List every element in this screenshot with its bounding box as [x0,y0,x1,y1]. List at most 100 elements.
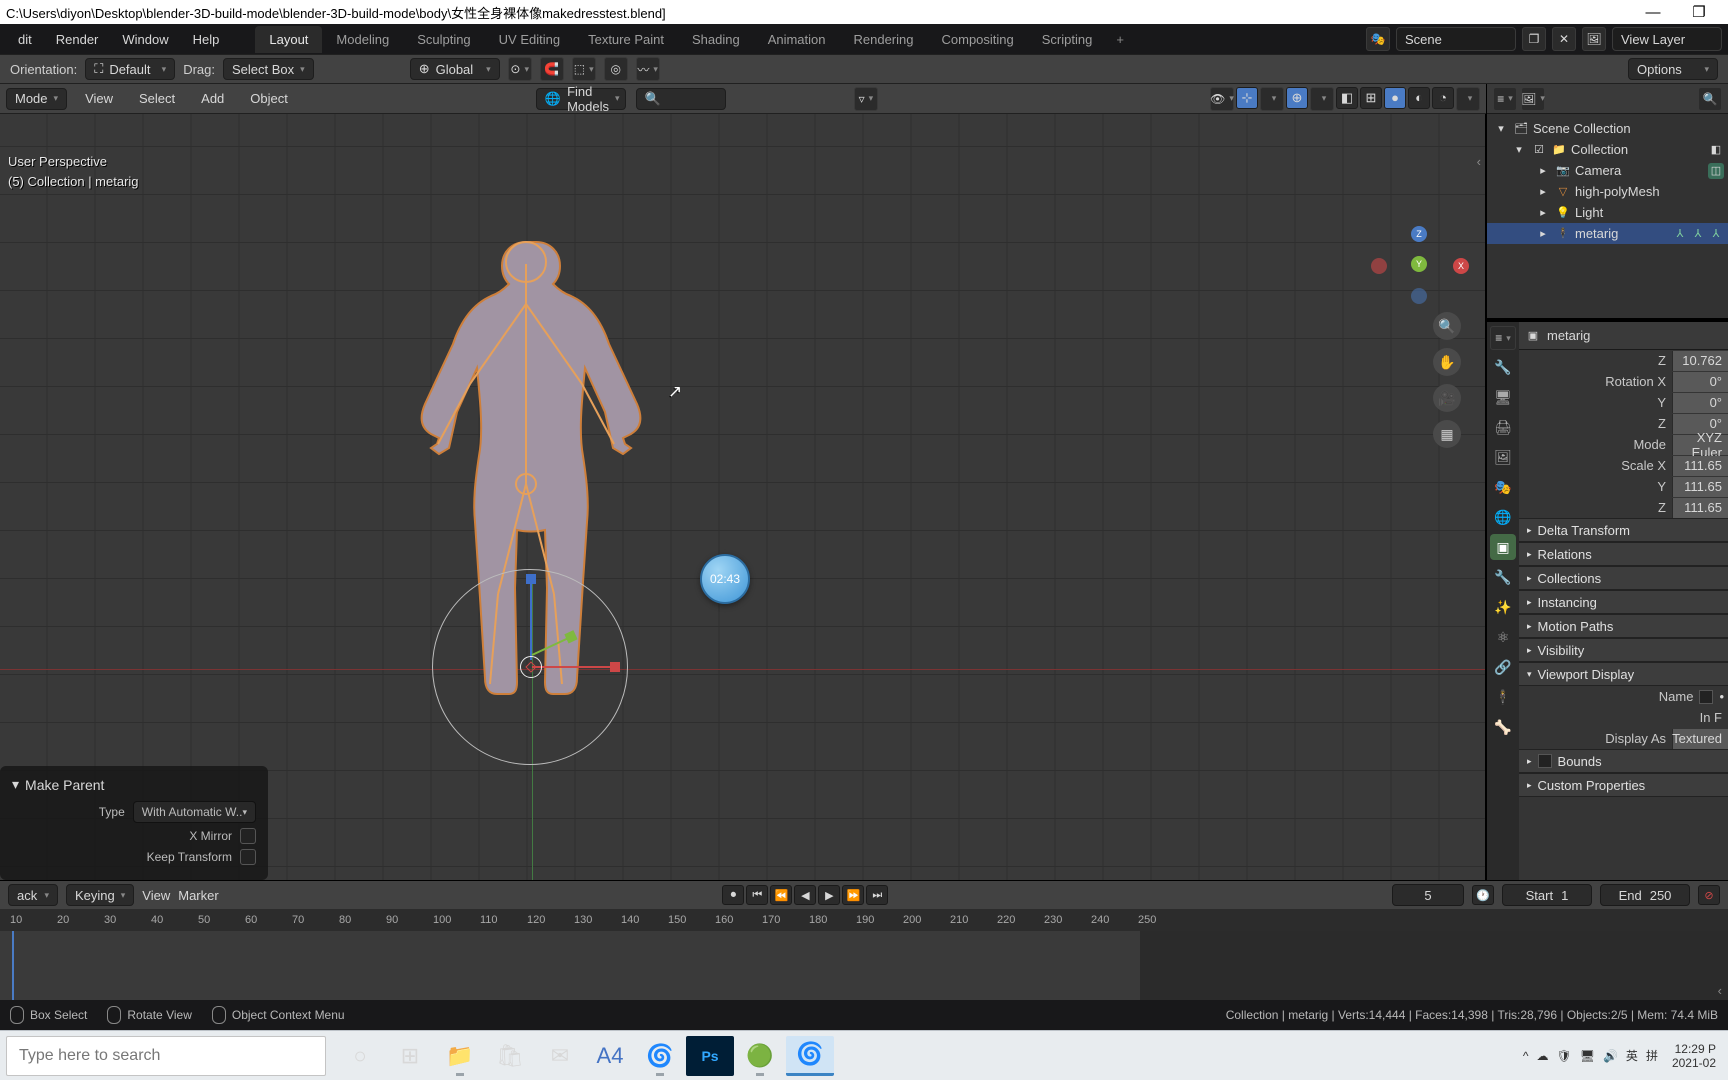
gizmo-z-arrow[interactable] [530,582,532,660]
disclosure-icon[interactable]: ▸ [1535,226,1551,242]
find-models-dropdown[interactable]: 🌐 Find Models▾ [536,88,626,110]
3d-viewport[interactable]: User Perspective (5) Collection | metari… [0,114,1486,880]
tray-ime-mode[interactable]: 拼 [1646,1047,1658,1064]
blender-icon[interactable]: 🌀 [786,1036,834,1076]
vp-menu-view[interactable]: View [77,87,121,110]
vp-menu-object[interactable]: Object [242,87,296,110]
disclosure-icon[interactable]: ▸ [1535,205,1551,221]
tl-n-panel-toggle[interactable]: ‹ [1718,983,1722,998]
workspace-tab-texture[interactable]: Texture Paint [574,26,678,53]
scene-browse-icon[interactable]: 🎭 [1366,27,1390,51]
tl-keying-dropdown[interactable]: Keying▾ [66,884,134,906]
jump-prev-key-icon[interactable]: ⏪ [770,885,792,905]
rot-x-field[interactable]: 0° [1672,372,1728,392]
menu-edit[interactable]: dit [6,24,44,54]
section-motion-paths[interactable]: ▸Motion Paths [1519,614,1728,638]
nav-gizmo[interactable]: Z X Y [1379,226,1459,306]
tl-close-icon[interactable]: ⊘ [1698,885,1720,905]
outliner-item-camera[interactable]: Camera [1575,163,1621,178]
op-xmirror-checkbox[interactable] [240,828,256,844]
armature-mode-icon[interactable]: ⅄ [1672,226,1688,242]
props-tab-scene[interactable]: 🎭 [1490,474,1516,500]
shading-dropdown[interactable] [1456,87,1480,111]
rot-mode-field[interactable]: XYZ Euler [1672,435,1728,455]
tray-network-icon[interactable]: 🖥 [1580,1049,1595,1063]
section-relations[interactable]: ▸Relations [1519,542,1728,566]
preview-range-toggle[interactable]: 🕐 [1472,885,1494,905]
start-frame-field[interactable]: Start1 [1502,884,1592,906]
play-reverse-icon[interactable]: ◀ [794,885,816,905]
props-tab-bone[interactable]: 🦴 [1490,714,1516,740]
timeline-ruler[interactable]: 10 20 30 40 50 60 70 80 90 100 110 120 1… [0,909,1728,931]
props-tab-modifier[interactable]: 🔧 [1490,564,1516,590]
nav-neg-z[interactable] [1411,288,1427,304]
proportional-toggle[interactable]: ◎ [604,57,628,81]
tl-playback-dropdown[interactable]: ack▾ [8,884,58,906]
workspace-tab-modeling[interactable]: Modeling [322,26,403,53]
props-tab-physics[interactable]: ⚛ [1490,624,1516,650]
vp-menu-add[interactable]: Add [193,87,232,110]
visibility-dropdown[interactable]: 👁 [1210,87,1234,111]
tray-onedrive-icon[interactable]: ☁ [1537,1049,1549,1063]
nav-z-axis[interactable]: Z [1411,226,1427,242]
scene-del-icon[interactable]: ✕ [1552,27,1576,51]
taskbar-search[interactable]: Type here to search [6,1036,326,1076]
explorer-icon[interactable]: 📁 [436,1036,484,1076]
cortana-icon[interactable]: ○ [336,1036,384,1076]
section-collections[interactable]: ▸Collections [1519,566,1728,590]
shading-material[interactable]: ◐ [1408,87,1430,109]
disclosure-icon[interactable]: ▾ [1493,121,1509,137]
disclosure-icon[interactable]: ▸ [1535,184,1551,200]
pan-icon[interactable]: ✋ [1433,348,1461,376]
play-icon[interactable]: ▶ [818,885,840,905]
autokey-toggle[interactable]: ⏺ [722,885,744,905]
scale-z-field[interactable]: 111.65 [1672,498,1728,518]
workspace-add[interactable]: + [1106,26,1134,53]
section-custom-props[interactable]: ▸Custom Properties [1519,773,1728,797]
vp-filter-dropdown[interactable]: ▿ [854,87,878,111]
store-icon[interactable]: 🛍 [486,1036,534,1076]
props-tab-world[interactable]: 🌐 [1490,504,1516,530]
nav-neg-x[interactable] [1371,258,1387,274]
end-frame-field[interactable]: End250 [1600,884,1690,906]
orientation-dropdown[interactable]: ⛶ Default ▾ [85,58,175,80]
props-tab-constraints[interactable]: 🔗 [1490,654,1516,680]
gizmo-dropdown[interactable] [1260,87,1284,111]
jump-end-icon[interactable]: ⏭ [866,885,888,905]
photoshop-icon[interactable]: Ps [686,1036,734,1076]
disclosure-icon[interactable]: ▸ [1535,163,1551,179]
task-view-icon[interactable]: ⊞ [386,1036,434,1076]
drag-dropdown[interactable]: Select Box ▾ [223,58,314,80]
options-dropdown[interactable]: Options ▾ [1628,58,1718,80]
nav-y-axis[interactable]: Y [1411,256,1427,272]
workspace-tab-sculpting[interactable]: Sculpting [403,26,484,53]
snap-toggle[interactable]: 🧲 [540,57,564,81]
xray-toggle[interactable]: ◧ [1336,87,1358,109]
edge-icon[interactable]: 🌀 [636,1036,684,1076]
scale-y-field[interactable]: 111.65 [1672,477,1728,497]
check-icon[interactable]: ☑ [1531,142,1547,158]
workspace-tab-shading[interactable]: Shading [678,26,754,53]
workspace-tab-compositing[interactable]: Compositing [928,26,1028,53]
vp-name-checkbox[interactable] [1699,690,1713,704]
menu-help[interactable]: Help [181,24,232,54]
loc-z-field[interactable]: 10.762 [1672,351,1728,371]
props-tab-tool[interactable]: 🔧 [1490,354,1516,380]
workspace-tab-animation[interactable]: Animation [754,26,840,53]
props-tab-output[interactable]: 🖨 [1490,414,1516,440]
section-instancing[interactable]: ▸Instancing [1519,590,1728,614]
shading-wire[interactable]: ⊞ [1360,87,1382,109]
outliner-item-light[interactable]: Light [1575,205,1603,220]
proportional-dropdown[interactable]: 〰 [636,57,660,81]
op-keep-checkbox[interactable] [240,849,256,865]
overlay-dropdown[interactable] [1310,87,1334,111]
outliner[interactable]: ▾ 🗂 Scene Collection ▾ ☑ 📁 Collection ◧ … [1487,114,1728,318]
gizmo-x-arrow[interactable] [532,666,612,668]
workspace-tab-rendering[interactable]: Rendering [840,26,928,53]
tl-menu-marker[interactable]: Marker [178,888,218,903]
outliner-item-metarig[interactable]: metarig [1575,226,1618,241]
workspace-tab-layout[interactable]: Layout [255,26,322,53]
persp-ortho-icon[interactable]: ▦ [1433,420,1461,448]
mode-dropdown[interactable]: Mode▾ [6,88,67,110]
props-tab-render[interactable]: 🖥 [1490,384,1516,410]
